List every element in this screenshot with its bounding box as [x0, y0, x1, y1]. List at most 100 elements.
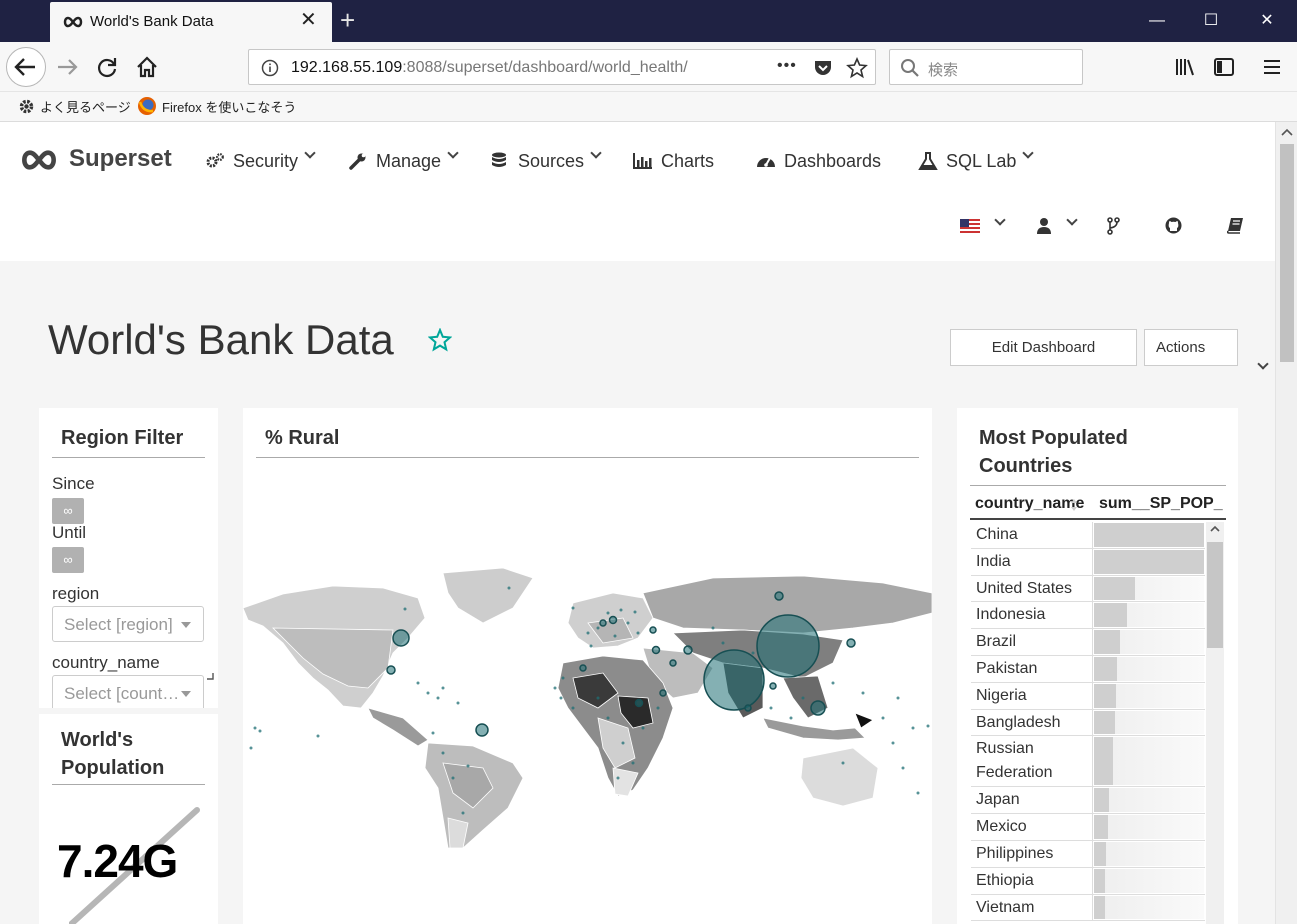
nav-sources[interactable]: Sources [490, 147, 602, 172]
language-menu[interactable] [960, 214, 1006, 235]
cell-divider [1092, 814, 1093, 840]
table-row[interactable]: Indonesia [971, 602, 1205, 630]
table-row[interactable]: Pakistan [971, 656, 1205, 683]
reload-icon[interactable] [92, 52, 122, 82]
world-map[interactable] [243, 568, 932, 848]
column-header-country[interactable]: country_name [975, 495, 1084, 513]
table-row[interactable]: India [971, 548, 1205, 576]
cell-divider [1092, 894, 1093, 921]
since-label: Since [52, 474, 95, 493]
country-cell: Russian Federation [976, 740, 1053, 782]
superset-favicon-icon [63, 16, 83, 28]
until-input[interactable]: ∞ [52, 547, 84, 573]
scroll-up-icon[interactable] [1281, 128, 1293, 136]
book-icon[interactable] [1227, 217, 1244, 234]
dashboard-title: World's Bank Data [48, 316, 394, 363]
scroll-up-icon[interactable] [1210, 525, 1220, 533]
nav-security[interactable]: Security [205, 147, 316, 172]
until-label: Until [52, 523, 87, 542]
chevron-down-icon [590, 147, 602, 159]
bookmark-most-visited[interactable]: よく見るページ [40, 97, 131, 116]
user-icon [1037, 218, 1051, 234]
table-row[interactable]: China [971, 522, 1205, 549]
info-icon[interactable] [261, 59, 279, 77]
maximize-icon[interactable]: ☐ [1188, 8, 1234, 34]
nav-charts[interactable]: Charts [633, 151, 714, 172]
caret-down-icon [181, 691, 191, 697]
dashboard-icon [757, 157, 775, 167]
nav-manage[interactable]: Manage [348, 147, 459, 172]
table-row[interactable]: Nigeria [971, 682, 1205, 710]
population-bar [1094, 657, 1118, 681]
population-bar [1094, 788, 1110, 813]
cell-divider [1092, 602, 1093, 629]
table-row[interactable]: Japan [971, 787, 1205, 815]
country-select[interactable]: Select [country_name] [52, 675, 204, 708]
search-placeholder: 検索 [928, 62, 959, 79]
table-scrollbar[interactable] [1206, 522, 1224, 924]
window-close-icon[interactable]: ✕ [1244, 8, 1290, 34]
edit-dashboard-button[interactable]: Edit Dashboard [950, 329, 1137, 366]
tab-close-icon[interactable]: ✕ [300, 10, 317, 30]
bookmark-firefox-tips[interactable]: Firefox を使いこなそう [162, 97, 296, 116]
chevron-down-icon [304, 147, 316, 159]
cell-divider [1092, 867, 1093, 894]
table-scroll-thumb[interactable] [1207, 542, 1223, 648]
table-row[interactable]: Ethiopia [971, 867, 1205, 895]
back-button[interactable] [6, 47, 46, 87]
big-number-value: 7.24G [57, 835, 178, 887]
url-path: :8088/superset/dashboard/world_health/ [402, 59, 688, 76]
url-host: 192.168.55.109 [291, 59, 403, 76]
chevron-down-icon [1022, 147, 1035, 159]
user-menu[interactable] [1036, 214, 1078, 235]
page-scroll-thumb[interactable] [1280, 144, 1294, 362]
search-bar[interactable]: 検索 [889, 49, 1083, 85]
rural-map-card: % Rural [243, 408, 932, 924]
nav-dashboards[interactable]: Dashboards [756, 151, 881, 172]
sort-icon[interactable] [1070, 497, 1078, 513]
region-select[interactable]: Select [region] [52, 606, 204, 642]
page-actions-icon[interactable]: ••• [777, 57, 797, 75]
world-population-title-line2: Population [61, 757, 165, 779]
nav-sql-lab[interactable]: SQL Lab [918, 147, 1035, 172]
bar-background [1094, 842, 1204, 866]
resize-handle-icon[interactable] [206, 672, 214, 680]
library-icon[interactable] [1170, 52, 1200, 82]
world-population-card: World's Population 7.24G [39, 714, 218, 924]
region-select-placeholder: Select [region] [64, 615, 173, 634]
new-tab-icon[interactable]: + [340, 6, 355, 34]
page-scrollbar[interactable] [1275, 122, 1297, 924]
home-icon[interactable] [132, 52, 162, 82]
bar-chart-icon [633, 153, 652, 169]
table-row[interactable]: Vietnam [971, 894, 1205, 922]
table-row[interactable]: Russian Federation [971, 736, 1205, 788]
menu-icon[interactable] [1257, 52, 1287, 82]
column-header-population[interactable]: sum__SP_POP_ [1099, 495, 1225, 513]
github-icon[interactable] [1165, 217, 1182, 234]
table-row[interactable]: Philippines [971, 841, 1205, 868]
nav-sql-lab-label: SQL Lab [946, 151, 1017, 171]
superset-navbar: Superset Security Manage Sources Charts … [0, 122, 1275, 261]
browser-tab[interactable]: World's Bank Data ✕ [50, 2, 332, 42]
actions-button[interactable]: Actions [1144, 329, 1269, 370]
table-row[interactable]: Mexico [971, 814, 1205, 841]
sidebar-icon[interactable] [1209, 52, 1239, 82]
table-row[interactable]: Bangladesh [971, 709, 1205, 737]
pocket-icon[interactable] [813, 58, 833, 78]
minimize-icon[interactable]: — [1134, 8, 1180, 34]
country-cell: Pakistan [976, 660, 1038, 677]
bookmark-star-icon[interactable] [846, 57, 868, 79]
table-row[interactable]: Brazil [971, 629, 1205, 656]
us-flag-icon [960, 219, 980, 235]
population-bar [1094, 842, 1107, 866]
nav-dashboards-label: Dashboards [784, 151, 882, 171]
since-input[interactable]: ∞ [52, 498, 84, 524]
favorite-star-icon[interactable] [428, 328, 452, 352]
firefox-icon [138, 97, 156, 115]
table-row[interactable]: United States [971, 575, 1205, 603]
forward-arrow-icon[interactable] [52, 52, 82, 82]
populated-countries-title: Most Populated Countries [979, 424, 1128, 480]
cell-divider [1092, 656, 1093, 682]
url-bar[interactable]: 192.168.55.109:8088/superset/dashboard/w… [248, 49, 876, 85]
code-fork-icon[interactable] [1106, 217, 1120, 235]
